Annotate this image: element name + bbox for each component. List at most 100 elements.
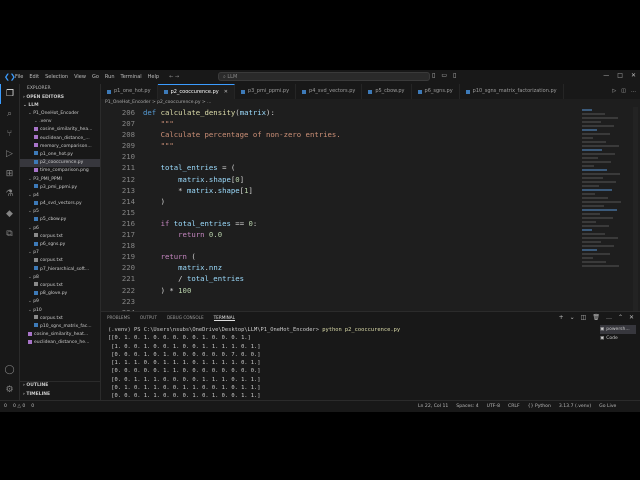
tab-p5_cbow-py[interactable]: p5_cbow.py (362, 84, 412, 99)
toggle-sidebar-icon[interactable]: ▯ (432, 72, 435, 79)
folder-item[interactable]: ⌄ p5 (20, 208, 100, 216)
settings-gear-icon[interactable]: ⚙ (0, 380, 19, 400)
maximize-panel-icon[interactable]: ⌃ (618, 314, 623, 321)
file-item[interactable]: p2_cooccurence.py (20, 159, 100, 168)
close-icon[interactable]: ✕ (631, 72, 636, 79)
file-item[interactable]: p1_one_hot.py (20, 151, 100, 159)
panel-tab-terminal[interactable]: TERMINAL (213, 315, 235, 321)
search-icon[interactable]: ⌕ (0, 104, 19, 124)
file-item[interactable]: cosine_similarity_heat... (20, 331, 100, 339)
file-item[interactable]: memory_comparison... (20, 143, 100, 151)
more-actions-icon[interactable]: … (631, 88, 636, 94)
folder-item[interactable]: ⌄ P3_PMI_PPMI (20, 176, 100, 184)
folder-item[interactable]: ⌄ p7 (20, 249, 100, 257)
nav-arrows[interactable]: ← → (169, 74, 179, 80)
file-item[interactable]: cosine_similarity_hea... (20, 126, 100, 134)
source-control-icon[interactable]: ⑂ (0, 124, 19, 144)
file-item[interactable]: p6_sgns.py (20, 241, 100, 249)
remote-explorer-icon[interactable]: ⧉ (0, 224, 19, 244)
toggle-secondary-sidebar-icon[interactable]: ▯ (453, 72, 456, 79)
tab-p3_pmi_ppmi-py[interactable]: p3_pmi_ppmi.py (235, 84, 297, 99)
account-icon[interactable]: ◯ (0, 360, 19, 380)
folder-item[interactable]: ⌄ p10 (20, 307, 100, 315)
tab-p6_sgns-py[interactable]: p6_sgns.py (412, 84, 460, 99)
toggle-panel-icon[interactable]: ▭ (441, 72, 447, 79)
extensions-icon[interactable]: ⊞ (0, 164, 19, 184)
command-center-search[interactable]: ⌕ LLM (218, 72, 430, 81)
file-item[interactable]: p7_hierarchical_soft... (20, 266, 100, 274)
panel-tab-debug-console[interactable]: DEBUG CONSOLE (167, 315, 204, 320)
status-left-item[interactable]: 0 (4, 404, 7, 409)
python-icon[interactable]: ◆ (0, 204, 19, 224)
code-editor[interactable]: 206 207 208 209 210 211 212 213 214 215 216 217 218 2… (101, 107, 581, 311)
menu-item-run[interactable]: Run (105, 74, 115, 80)
file-item[interactable]: p5_cbow.py (20, 216, 100, 224)
minimize-icon[interactable]: — (603, 72, 609, 79)
file-item[interactable]: p4_svd_vectors.py (20, 200, 100, 208)
file-item[interactable]: corpus.txt (20, 233, 100, 241)
file-item[interactable]: euclidean_distance_... (20, 135, 100, 143)
kill-terminal-icon[interactable]: 🗑 (592, 314, 600, 321)
status-right-item[interactable]: CRLF (508, 404, 520, 409)
run-python-file-icon[interactable]: ▷ (612, 88, 616, 94)
code-area[interactable]: def calculate_density(matrix): """ Calcu… (143, 107, 341, 311)
menu-item-selection[interactable]: Selection (45, 74, 68, 80)
status-left-item[interactable]: 0 (31, 404, 34, 409)
status-right-item[interactable]: Ln 22, Col 11 (418, 404, 448, 409)
terminal-instance[interactable]: ▣ Code (600, 334, 636, 343)
status-right-item[interactable]: Spaces: 4 (456, 404, 478, 409)
tab-p4_svd_vectors-py[interactable]: p4_svd_vectors.py (296, 84, 363, 99)
split-terminal-icon[interactable]: ◫ (581, 314, 587, 321)
minimap[interactable] (582, 107, 632, 311)
new-terminal-icon[interactable]: + (559, 314, 564, 321)
more-actions-icon[interactable]: … (606, 314, 612, 321)
tab-p1_one_hot-py[interactable]: p1_one_hot.py (101, 84, 158, 99)
panel-tab-problems[interactable]: PROBLEMS (107, 315, 130, 320)
folder-item[interactable]: ⌄ p6 (20, 225, 100, 233)
status-right-item[interactable]: UTF-8 (487, 404, 500, 409)
testing-icon[interactable]: ⚗ (0, 184, 19, 204)
file-item[interactable]: corpus.txt (20, 257, 100, 265)
folder-item[interactable]: ⌄ .venv (20, 118, 100, 126)
tab-p10_sgns_matrix_factorization-py[interactable]: p10_sgns_matrix_factorization.py (460, 84, 564, 99)
menu-item-help[interactable]: Help (148, 74, 159, 80)
close-tab-icon[interactable]: ✕ (224, 85, 228, 100)
folder-item[interactable]: ⌄ P1_OneHot_Encoder (20, 110, 100, 118)
status-right-item[interactable]: {} Python (528, 404, 551, 409)
menu-item-terminal[interactable]: Terminal (121, 74, 142, 80)
breadcrumb[interactable]: P1_OneHot_Encoder > p2_cooccurence.py > … (101, 99, 640, 107)
terminal-instance[interactable]: ▣ powersh... (600, 325, 636, 334)
open-editors-section[interactable]: › OPEN EDITORS (20, 94, 100, 102)
explorer-icon[interactable]: ❐ (0, 84, 19, 104)
editor-scrollbar[interactable] (633, 107, 638, 311)
folder-item[interactable]: ⌄ p4 (20, 192, 100, 200)
file-item[interactable]: euclidean_distance_he... (20, 339, 100, 347)
minimap-line (582, 117, 618, 119)
folder-item[interactable]: ⌄ p8 (20, 274, 100, 282)
timeline-section[interactable]: › TIMELINE (20, 391, 100, 399)
maximize-icon[interactable]: □ (617, 72, 623, 79)
workspace-root[interactable]: ⌄ LLM (20, 102, 100, 110)
status-right-item[interactable]: Go Live (599, 404, 616, 409)
chevron-down-icon[interactable]: ⌄ (570, 314, 575, 321)
menu-item-edit[interactable]: Edit (29, 74, 39, 80)
file-item[interactable]: p3_pmi_ppmi.py (20, 184, 100, 192)
close-panel-icon[interactable]: ✕ (629, 314, 634, 321)
file-item[interactable]: p10_sgns_matrix_fac... (20, 323, 100, 331)
status-right-item[interactable]: 3.13.7 (.venv) (559, 404, 591, 409)
outline-section[interactable]: › OUTLINE (20, 381, 100, 390)
menu-item-view[interactable]: View (74, 74, 86, 80)
status-left-item[interactable]: 0 △ 0 (13, 404, 25, 409)
menu-item-file[interactable]: File (15, 74, 23, 80)
file-item[interactable]: corpus.txt (20, 315, 100, 323)
terminal-output[interactable]: (.venv) PS C:\Users\nsubs\OneDrive\Deskt… (108, 326, 400, 409)
folder-item[interactable]: ⌄ p9 (20, 298, 100, 306)
split-editor-icon[interactable]: ◫ (621, 88, 626, 94)
menu-item-go[interactable]: Go (92, 74, 99, 80)
panel-tab-output[interactable]: OUTPUT (140, 315, 157, 320)
file-item[interactable]: corpus.txt (20, 282, 100, 290)
file-item[interactable]: time_comparison.png (20, 167, 100, 175)
file-item[interactable]: p8_glove.py (20, 290, 100, 298)
run-debug-icon[interactable]: ▷ (0, 144, 19, 164)
tab-p2_cooccurence-py[interactable]: p2_cooccurence.py ✕ (157, 84, 235, 100)
